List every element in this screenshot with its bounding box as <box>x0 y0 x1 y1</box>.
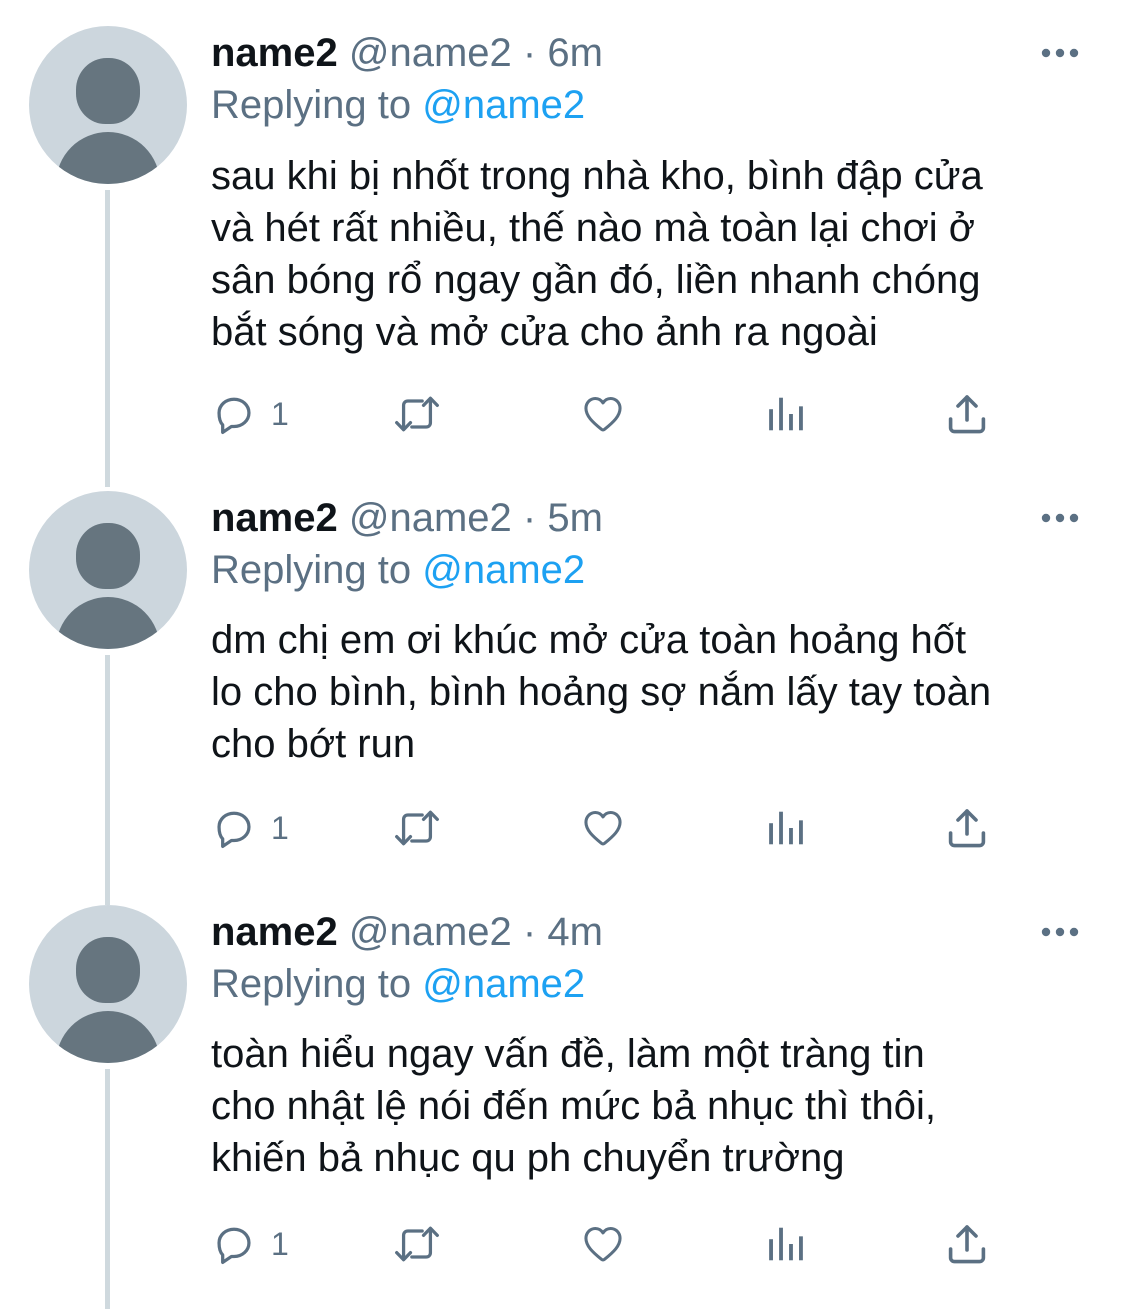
heart-icon <box>584 1226 622 1262</box>
like-button[interactable] <box>579 1216 627 1272</box>
reply-button[interactable]: 1 <box>211 800 289 856</box>
display-name[interactable]: name2 <box>211 496 338 540</box>
share-upload-icon <box>948 1225 986 1264</box>
retweet-button[interactable] <box>389 386 445 442</box>
more-dots-icon <box>1041 48 1079 58</box>
tweet-text: toàn hiểu ngay vấn đề, làm một tràng tin… <box>211 1032 937 1180</box>
analytics-button[interactable] <box>763 800 809 856</box>
retweet-icon <box>395 810 439 846</box>
separator-dot: · <box>522 496 537 540</box>
tweet-header: name2 @name2 · 4m <box>211 909 603 955</box>
analytics-button[interactable] <box>763 1216 809 1272</box>
share-button[interactable] <box>943 800 991 856</box>
analytics-button[interactable] <box>763 386 809 442</box>
retweet-button[interactable] <box>389 800 445 856</box>
avatar-head-shape <box>76 58 140 124</box>
user-handle[interactable]: @name2 <box>349 496 512 540</box>
retweet-icon <box>395 1226 439 1262</box>
reply-button[interactable]: 1 <box>211 1216 289 1272</box>
more-dots-icon <box>1041 513 1079 523</box>
reply-count: 1 <box>271 810 289 846</box>
tweet-actions: 1 <box>211 386 1011 442</box>
tweet-text: dm chị em ơi khúc mở cửa toàn hoảng hốt … <box>211 618 992 766</box>
tweet[interactable]: name2 @name2 · 5m Replying to @name2 dm … <box>0 462 1125 905</box>
more-options-button[interactable] <box>1040 925 1080 939</box>
analytics-bars-icon <box>769 1227 803 1261</box>
replying-to-label: Replying to <box>211 962 412 1006</box>
replying-to-line: Replying to @name2 <box>211 547 585 593</box>
thread-connector-line <box>105 190 110 487</box>
analytics-bars-icon <box>769 811 803 845</box>
tweet[interactable]: name2 @name2 · 4m Replying to @name2 toà… <box>0 876 1125 1309</box>
reply-bubble-icon <box>217 397 251 435</box>
user-handle[interactable]: @name2 <box>349 31 512 75</box>
replying-to-line: Replying to @name2 <box>211 961 585 1007</box>
tweet-actions: 1 <box>211 800 1011 856</box>
reply-count: 1 <box>271 1226 289 1262</box>
avatar-shoulders-shape <box>56 597 160 649</box>
avatar-shoulders-shape <box>56 132 160 184</box>
heart-icon <box>584 810 622 846</box>
replying-to-mention[interactable]: @name2 <box>422 962 585 1006</box>
thread-connector-line <box>105 1069 110 1309</box>
display-name[interactable]: name2 <box>211 31 338 75</box>
replying-to-mention[interactable]: @name2 <box>422 83 585 127</box>
tweet-actions: 1 <box>211 1216 1011 1272</box>
reply-bubble-icon <box>217 811 251 849</box>
reply-button[interactable]: 1 <box>211 386 289 442</box>
like-button[interactable] <box>579 800 627 856</box>
replying-to-line: Replying to @name2 <box>211 82 585 128</box>
thread-connector-line <box>105 655 110 905</box>
retweet-icon <box>395 396 439 432</box>
share-upload-icon <box>948 809 986 848</box>
separator-dot: · <box>522 910 537 954</box>
reply-bubble-icon <box>217 1227 251 1265</box>
avatar[interactable] <box>29 905 187 1063</box>
heart-icon <box>584 396 622 432</box>
more-options-button[interactable] <box>1040 511 1080 525</box>
avatar[interactable] <box>29 491 187 649</box>
avatar[interactable] <box>29 26 187 184</box>
tweet-header: name2 @name2 · 6m <box>211 30 603 76</box>
timestamp[interactable]: 5m <box>547 496 603 540</box>
analytics-bars-icon <box>769 397 803 431</box>
like-button[interactable] <box>579 386 627 442</box>
retweet-button[interactable] <box>389 1216 445 1272</box>
tweet-thread: name2 @name2 · 6m Replying to @name2 sau… <box>0 0 1125 1309</box>
share-upload-icon <box>948 395 986 434</box>
replying-to-label: Replying to <box>211 83 412 127</box>
avatar-head-shape <box>76 523 140 589</box>
avatar-head-shape <box>76 937 140 1003</box>
timestamp[interactable]: 6m <box>547 31 603 75</box>
tweet[interactable]: name2 @name2 · 6m Replying to @name2 sau… <box>0 0 1125 487</box>
tweet-text: sau khi bị nhốt trong nhà kho, bình đập … <box>211 154 983 354</box>
separator-dot: · <box>522 31 537 75</box>
tweet-header: name2 @name2 · 5m <box>211 495 603 541</box>
display-name[interactable]: name2 <box>211 910 338 954</box>
share-button[interactable] <box>943 386 991 442</box>
replying-to-mention[interactable]: @name2 <box>422 548 585 592</box>
more-options-button[interactable] <box>1040 46 1080 60</box>
share-button[interactable] <box>943 1216 991 1272</box>
user-handle[interactable]: @name2 <box>349 910 512 954</box>
timestamp[interactable]: 4m <box>547 910 603 954</box>
more-dots-icon <box>1041 927 1079 937</box>
avatar-shoulders-shape <box>56 1011 160 1063</box>
replying-to-label: Replying to <box>211 548 412 592</box>
reply-count: 1 <box>271 396 289 432</box>
